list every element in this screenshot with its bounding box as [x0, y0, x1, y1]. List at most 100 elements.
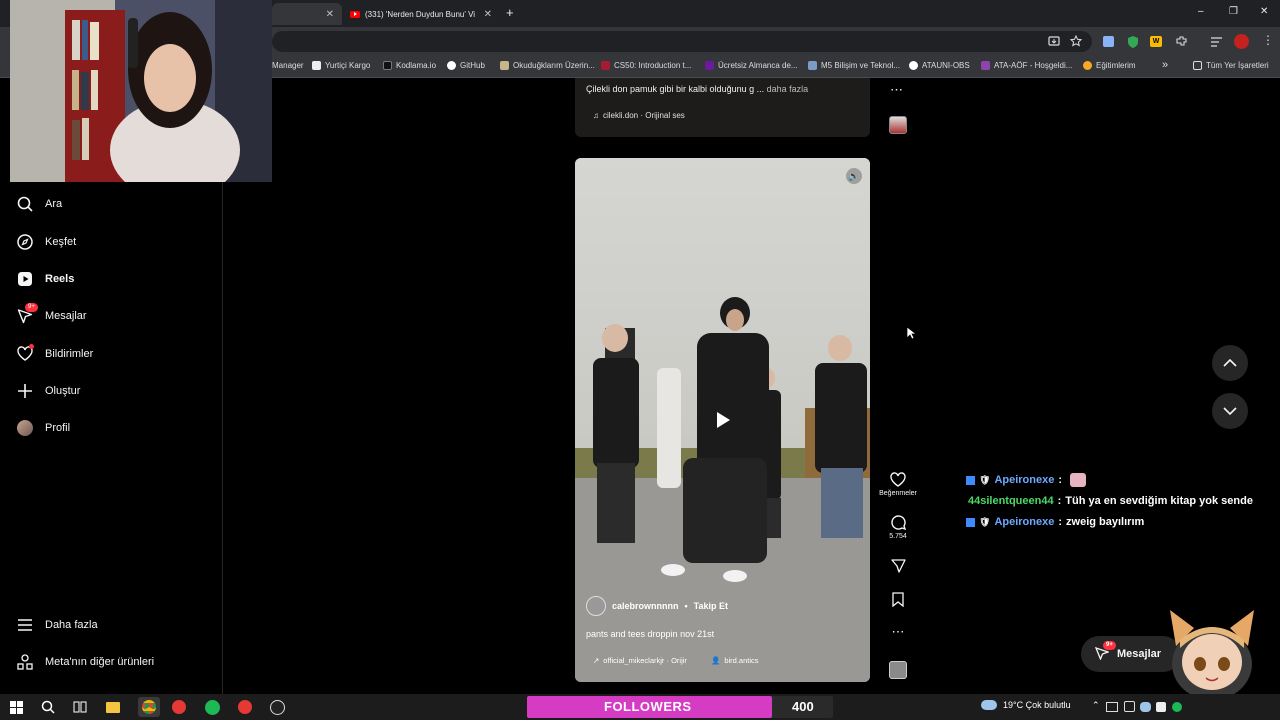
- notification-dot: [29, 344, 34, 349]
- puzzle-extensions-icon[interactable]: [1175, 35, 1188, 48]
- windows-start-icon[interactable]: [8, 699, 24, 715]
- all-bookmarks-button[interactable]: Tüm Yer İşaretleri: [1193, 61, 1269, 70]
- previous-reel-button[interactable]: [1212, 345, 1248, 381]
- tray-app-icon[interactable]: [1106, 702, 1118, 712]
- volume-icon[interactable]: 🔈: [846, 168, 862, 184]
- author-avatar[interactable]: [586, 596, 606, 616]
- browser-tab-active[interactable]: ✕: [272, 3, 342, 25]
- tray-cloud-icon[interactable]: [1140, 702, 1151, 712]
- sidebar-item-reels[interactable]: Reels: [16, 270, 74, 287]
- previous-reel-card[interactable]: Çilekli don pamuk gibi bir kalbi olduğun…: [575, 78, 870, 137]
- more-link[interactable]: daha fazla: [767, 84, 809, 94]
- chat-username: 44silentqueen44: [968, 495, 1054, 507]
- sidebar-item-search[interactable]: Ara: [16, 195, 62, 212]
- tab-search-icon[interactable]: [1210, 36, 1223, 47]
- sidebar-item-label: Oluştur: [45, 384, 81, 397]
- weather-widget[interactable]: 19°C Çok bulutlu: [981, 700, 1071, 710]
- sidebar-item-profile[interactable]: Profil: [16, 419, 70, 436]
- sidebar-item-create[interactable]: Oluştur: [16, 382, 80, 399]
- m5-icon: [808, 61, 817, 70]
- save-button[interactable]: [876, 592, 920, 607]
- app-icon[interactable]: [171, 699, 187, 715]
- browser-tab-youtube[interactable]: (331) 'Nerden Duydun Bunu' Vi ✕: [342, 3, 500, 25]
- w-extension-icon[interactable]: W: [1150, 36, 1162, 47]
- tray-app-icon[interactable]: [1156, 702, 1166, 712]
- obs-icon[interactable]: [269, 699, 285, 715]
- menu-icon: [16, 616, 33, 633]
- bookmark-star-icon[interactable]: [1070, 35, 1082, 47]
- sidebar-item-notifications[interactable]: Bildirimler: [16, 344, 93, 362]
- share-icon: [890, 559, 906, 573]
- bookmark-item[interactable]: GitHub: [447, 61, 485, 70]
- bookmark-item[interactable]: Ücretsiz Almanca de...: [705, 61, 798, 70]
- author-username[interactable]: calebrownnnnn: [612, 601, 679, 611]
- comment-button[interactable]: 5.754: [876, 515, 920, 540]
- install-app-icon[interactable]: [1048, 36, 1060, 47]
- play-icon[interactable]: [715, 411, 731, 429]
- education-icon: [1083, 61, 1092, 70]
- messenger-icon: 9+: [16, 303, 38, 324]
- search-icon[interactable]: [40, 699, 56, 715]
- bookmark-item[interactable]: ATA-AÖF - Hoşgeldi...: [981, 61, 1072, 70]
- reel-audio[interactable]: ↗ official_mikeclarkjr · Orijir: [593, 656, 687, 665]
- bookmark-item[interactable]: Kodlama.io: [383, 61, 436, 70]
- chat-text: Tüh ya en sevdiğim kitap yok sende: [1065, 495, 1253, 507]
- sidebar-item-explore[interactable]: Keşfet: [16, 233, 76, 250]
- current-reel-video[interactable]: 🔈 calebrownnnnn • Takip Et pants and tee…: [575, 158, 870, 682]
- profile-avatar[interactable]: [1234, 34, 1249, 49]
- youtube-icon: [350, 10, 360, 18]
- share-button[interactable]: [876, 558, 920, 573]
- app-icon[interactable]: [237, 699, 253, 715]
- chat-username: Apeironexe: [994, 474, 1055, 486]
- bookmark-item[interactable]: CS50: Introduction t...: [601, 61, 691, 70]
- new-tab-button[interactable]: +: [506, 5, 514, 20]
- restore-button[interactable]: ❐: [1229, 6, 1238, 17]
- arrow-icon: ↗: [593, 656, 600, 665]
- sidebar-item-label: Reels: [45, 272, 75, 285]
- sidebar-meta-products-button[interactable]: Meta'nın diğer ürünleri: [16, 653, 154, 670]
- close-window-button[interactable]: ✕: [1260, 6, 1268, 17]
- bookmark-item[interactable]: Okuduğklarım Üzerin...: [500, 61, 595, 70]
- close-tab-icon[interactable]: ✕: [484, 9, 492, 20]
- sidebar-item-messages[interactable]: 9+ Mesajlar: [16, 303, 87, 324]
- likes-label: Beğenmeler: [879, 490, 917, 497]
- bookmark-item[interactable]: Manager: [272, 61, 304, 70]
- chat-username: Apeironexe: [994, 516, 1055, 528]
- sidebar-more-button[interactable]: Daha fazla: [16, 616, 98, 633]
- more-options-icon[interactable]: ⋯: [876, 624, 920, 640]
- bookmarks-overflow-button[interactable]: »: [1162, 59, 1168, 71]
- like-button[interactable]: Beğenmeler: [876, 472, 920, 497]
- follow-button[interactable]: Takip Et: [694, 601, 728, 611]
- shield-badge-icon: 🛡: [979, 474, 991, 485]
- grid-icon: [16, 653, 33, 670]
- bookmark-item[interactable]: ATAUNI-OBS: [909, 61, 970, 70]
- bookmark-item[interactable]: M5 Bilişim ve Teknol...: [808, 61, 900, 70]
- tagged-user[interactable]: 👤 bird.antics: [711, 656, 759, 665]
- task-view-icon[interactable]: [72, 699, 88, 715]
- tray-app-icon[interactable]: [1172, 702, 1182, 712]
- reel-caption: pants and tees droppin nov 21st: [586, 629, 715, 639]
- reel-audio[interactable]: ♫ cilekli.don · Orijinal ses: [593, 111, 685, 120]
- tray-app-icon[interactable]: [1124, 701, 1135, 712]
- messages-pill-label: Mesajlar: [1117, 648, 1162, 660]
- cat-emote-icon: [1070, 473, 1087, 487]
- bookmark-item[interactable]: Eğitimlerim: [1083, 61, 1136, 70]
- bookmark-item[interactable]: Yurtiçi Kargo: [312, 61, 370, 70]
- audio-thumbnail[interactable]: [889, 661, 907, 679]
- extension-icon[interactable]: [1103, 36, 1114, 47]
- plus-icon: [16, 382, 33, 399]
- url-field[interactable]: [272, 31, 1092, 52]
- heart-icon: [890, 472, 906, 487]
- spotify-icon[interactable]: [204, 699, 220, 715]
- next-reel-button[interactable]: [1212, 393, 1248, 429]
- more-options-icon[interactable]: ⋯: [890, 82, 903, 98]
- chrome-icon[interactable]: [138, 697, 160, 717]
- tray-overflow-icon[interactable]: ⌃: [1092, 700, 1100, 711]
- audio-thumbnail[interactable]: [889, 116, 907, 134]
- browser-menu-icon[interactable]: ⋮: [1262, 33, 1274, 47]
- close-tab-icon[interactable]: ✕: [326, 9, 334, 20]
- book-icon: [500, 61, 509, 70]
- minimize-button[interactable]: –: [1198, 6, 1204, 17]
- file-explorer-icon[interactable]: [105, 699, 121, 715]
- shield-extension-icon[interactable]: [1127, 35, 1139, 48]
